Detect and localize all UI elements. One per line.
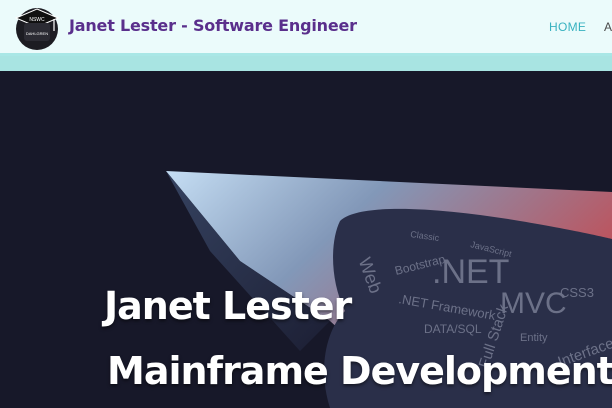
svg-text:CSS3: CSS3 [560,285,594,300]
nav-link-about[interactable]: A [604,20,612,34]
navbar-bottom-band [0,56,612,71]
top-navbar: NSWC DAHLGREN Janet Lester - Software En… [0,0,612,56]
graduation-cap-logo-icon[interactable]: NSWC DAHLGREN [14,5,60,51]
hero-title-name: Janet Lester [104,284,352,328]
svg-text:DATA/SQL: DATA/SQL [424,322,482,336]
hero-title-role: Mainframe Development [107,349,612,393]
nav-link-home[interactable]: HOME [549,20,586,34]
svg-text:NSWC: NSWC [29,17,45,23]
svg-text:MVC: MVC [500,287,567,320]
brand-title[interactable]: Janet Lester - Software Engineer [69,16,357,35]
svg-text:Entity: Entity [520,332,548,344]
svg-text:DAHLGREN: DAHLGREN [26,31,48,36]
